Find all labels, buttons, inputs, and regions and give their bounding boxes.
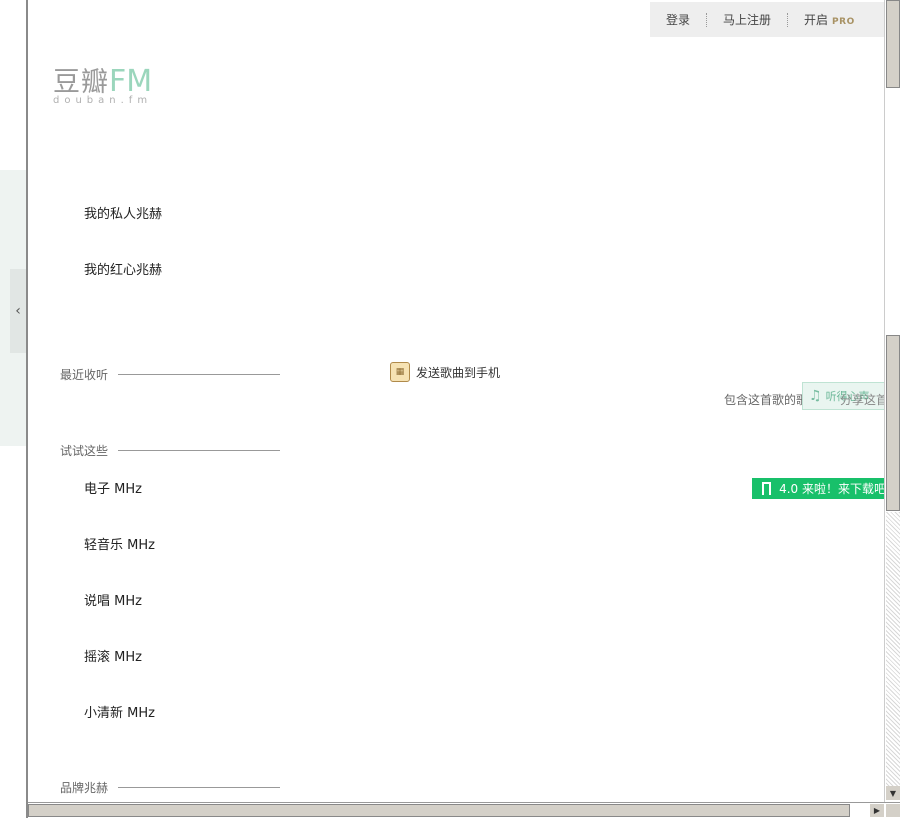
- scrollbar-thumb[interactable]: [28, 804, 850, 817]
- chevron-left-icon: ‹: [15, 303, 21, 319]
- divider: [118, 374, 281, 375]
- logo-fm: FM: [109, 64, 153, 99]
- scrollbar-corner: [886, 804, 900, 817]
- scroll-down-arrow-icon[interactable]: ▼: [886, 786, 900, 800]
- window-left-border: [26, 0, 28, 818]
- channel-link[interactable]: 电子 MHz: [84, 478, 142, 497]
- section-brand: 品牌兆赫: [60, 779, 281, 796]
- douban-fm-logo[interactable]: 豆瓣FM douban.fm: [53, 60, 152, 106]
- phone-icon: ▦: [390, 362, 410, 382]
- section-try-title: 试试这些: [60, 444, 109, 458]
- logo-subtitle: douban.fm: [53, 95, 153, 106]
- scroll-right-arrow-icon[interactable]: ▶: [870, 804, 884, 817]
- logo-cn: 豆瓣: [53, 67, 109, 98]
- channel-link[interactable]: 摇滚 MHz: [84, 646, 142, 665]
- channel-link[interactable]: 轻音乐 MHz: [84, 534, 155, 553]
- channel-link[interactable]: 说唱 MHz: [84, 590, 142, 609]
- section-recent-title: 最近收听: [60, 368, 109, 382]
- vertical-scrollbar[interactable]: ▼: [884, 0, 900, 802]
- section-recent: 最近收听: [60, 366, 281, 383]
- section-brand-title: 品牌兆赫: [60, 781, 109, 795]
- app-promo-banner[interactable]: 4.0 来啦！来下载吧: [752, 478, 886, 499]
- my-private-channel-link[interactable]: 我的私人兆赫: [84, 203, 162, 222]
- top-nav-bar: 登录 马上注册 开启 PRO: [650, 2, 886, 37]
- collapse-panel-button[interactable]: ‹: [10, 269, 26, 353]
- open-pro-label: 开启: [804, 13, 829, 27]
- login-link[interactable]: 登录: [650, 11, 706, 28]
- scrollbar-thumb[interactable]: [886, 335, 900, 511]
- send-to-phone-label: 发送歌曲到手机: [416, 365, 501, 380]
- scrollbar-thumb[interactable]: [886, 0, 900, 88]
- divider: [118, 787, 281, 788]
- pro-badge: PRO: [832, 17, 855, 27]
- send-to-phone-button[interactable]: ▦ 发送歌曲到手机: [390, 362, 500, 382]
- horizontal-scrollbar[interactable]: ▶: [28, 802, 900, 819]
- section-try: 试试这些: [60, 442, 281, 459]
- open-pro-link[interactable]: 开启 PRO: [788, 11, 871, 28]
- register-link[interactable]: 马上注册: [707, 11, 787, 28]
- phone-outline-icon: [762, 482, 772, 495]
- promo-text: 4.0 来啦！来下载吧: [779, 482, 886, 496]
- headphones-icon: ♫: [809, 388, 822, 404]
- scrollbar-track[interactable]: [886, 512, 900, 788]
- channel-link[interactable]: 小清新 MHz: [84, 702, 155, 721]
- divider: [118, 450, 281, 451]
- my-red-heart-channel-link[interactable]: 我的红心兆赫: [84, 259, 162, 278]
